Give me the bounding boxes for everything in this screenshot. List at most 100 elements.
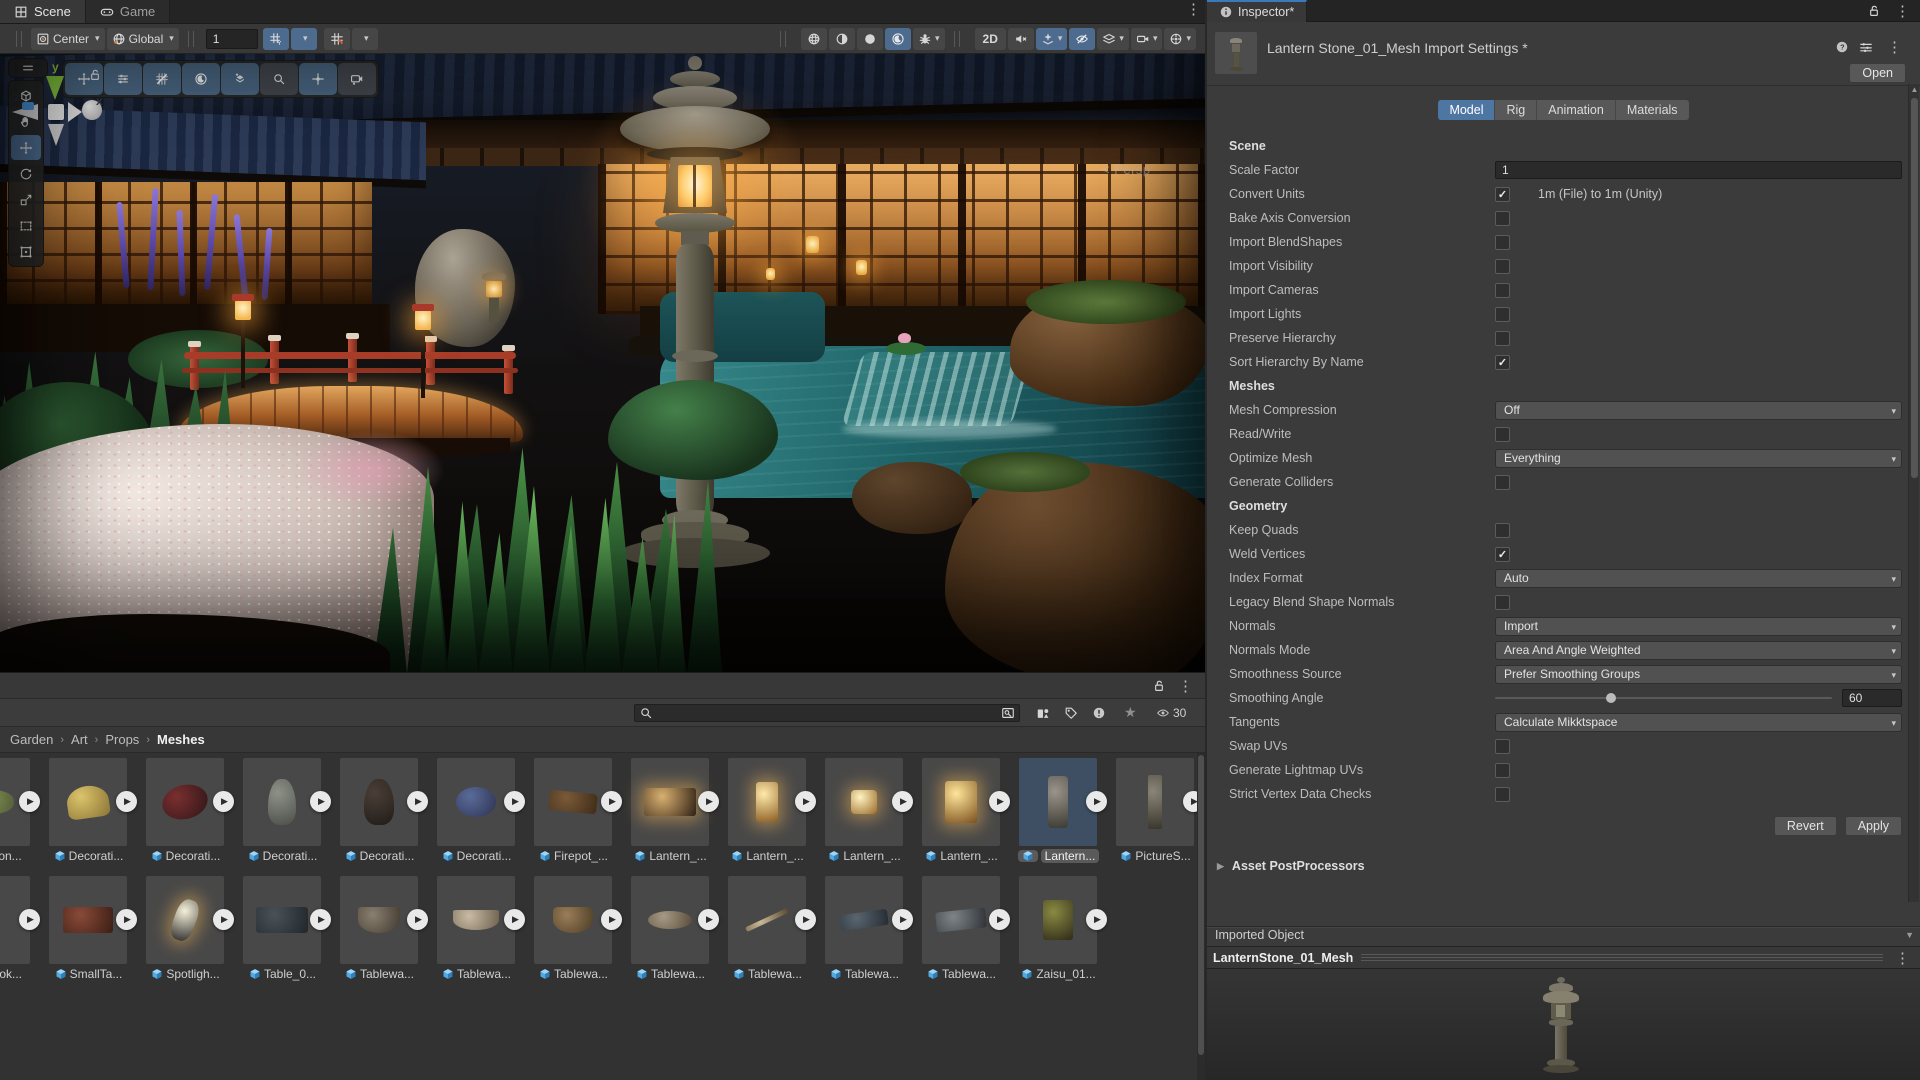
- play-icon[interactable]: ▶: [601, 791, 622, 812]
- play-icon[interactable]: ▶: [407, 791, 428, 812]
- play-icon[interactable]: ▶: [310, 909, 331, 930]
- play-icon[interactable]: ▶: [989, 791, 1010, 812]
- asset-tile[interactable]: ▶Lantern_...: [720, 758, 815, 863]
- asset-tile[interactable]: ▶Spotligh...: [138, 876, 233, 981]
- play-icon[interactable]: ▶: [989, 909, 1010, 930]
- inspector-scrollbar[interactable]: ▲: [1908, 84, 1919, 902]
- lock-icon[interactable]: [1867, 4, 1881, 18]
- preview-title-bar[interactable]: LanternStone_01_Mesh ⋮: [1207, 946, 1920, 969]
- search-in-window-icon[interactable]: [1001, 706, 1015, 720]
- search-input[interactable]: [657, 706, 997, 720]
- asset-thumbnail[interactable]: ▶: [1019, 876, 1097, 964]
- asset-tile[interactable]: ▶othook...: [0, 876, 39, 981]
- slider-knob[interactable]: [1606, 693, 1616, 703]
- gizmo-down-cone[interactable]: [48, 124, 64, 146]
- pivot-mode-button[interactable]: Center ▾: [31, 28, 105, 50]
- dropdown[interactable]: Import▾: [1495, 617, 1902, 636]
- checkbox[interactable]: [1495, 211, 1510, 226]
- play-icon[interactable]: ▶: [116, 909, 137, 930]
- checkbox[interactable]: [1495, 259, 1510, 274]
- toolbar-drag-handle[interactable]: [780, 31, 786, 47]
- inspector-more-icon[interactable]: ⋮: [1891, 2, 1914, 20]
- move-dot-button[interactable]: [299, 63, 337, 95]
- asset-thumbnail[interactable]: ▶: [340, 758, 418, 846]
- checkbox[interactable]: [1495, 523, 1510, 538]
- asset-tile[interactable]: ▶Tablewa...: [817, 876, 912, 981]
- breadcrumb-item-props[interactable]: Props: [105, 732, 139, 747]
- asset-thumbnail[interactable]: ▶: [631, 758, 709, 846]
- eye-off-button[interactable]: [1069, 28, 1095, 50]
- play-icon[interactable]: ▶: [698, 791, 719, 812]
- dropdown[interactable]: Off▾: [1495, 401, 1902, 420]
- checkbox[interactable]: [1495, 235, 1510, 250]
- asset-thumbnail[interactable]: ▶: [728, 876, 806, 964]
- asset-tile[interactable]: ▶Lantern_...: [623, 758, 718, 863]
- dropdown[interactable]: Area And Angle Weighted▾: [1495, 641, 1902, 660]
- checkbox[interactable]: [1495, 595, 1510, 610]
- tab-materials[interactable]: Materials: [1616, 100, 1689, 120]
- asset-thumbnail[interactable]: ▶: [0, 758, 30, 846]
- slider-value-field[interactable]: 60: [1842, 689, 1902, 707]
- lock-icon[interactable]: [88, 68, 102, 82]
- asset-thumbnail[interactable]: ▶: [728, 758, 806, 846]
- apply-button[interactable]: Apply: [1845, 816, 1902, 836]
- asset-tile[interactable]: ▶Table_0...: [235, 876, 330, 981]
- visibility-count[interactable]: 30: [1156, 706, 1186, 720]
- asset-thumbnail[interactable]: ▶: [437, 876, 515, 964]
- checkbox[interactable]: [1495, 427, 1510, 442]
- asset-tile[interactable]: ▶Zaisu_01...: [1011, 876, 1106, 981]
- play-icon[interactable]: ▶: [795, 791, 816, 812]
- play-icon[interactable]: ▶: [19, 791, 40, 812]
- asset-thumbnail[interactable]: ▶: [922, 758, 1000, 846]
- gizmo-center-cube[interactable]: [48, 104, 64, 120]
- asset-tile[interactable]: ▶Decorati...: [138, 758, 233, 863]
- asset-tile[interactable]: ▶Lantern_...: [914, 758, 1009, 863]
- project-scrollbar[interactable]: [1197, 753, 1205, 1080]
- asset-tile[interactable]: ▶Lantern...: [1011, 758, 1106, 863]
- sphere-wire-button[interactable]: [801, 28, 827, 50]
- checkbox[interactable]: [1495, 307, 1510, 322]
- tab-animation[interactable]: Animation: [1537, 100, 1616, 120]
- asset-tile[interactable]: ▶Firepot_...: [526, 758, 621, 863]
- breadcrumb-item-meshes[interactable]: Meshes: [157, 732, 205, 747]
- play-icon[interactable]: ▶: [310, 791, 331, 812]
- asset-thumbnail[interactable]: ▶: [146, 876, 224, 964]
- checkbox[interactable]: [1495, 787, 1510, 802]
- asset-thumbnail[interactable]: ▶: [1019, 758, 1097, 846]
- play-icon[interactable]: ▶: [892, 909, 913, 930]
- search-field[interactable]: [634, 704, 1020, 722]
- gizmo-globe-button[interactable]: ▾: [1164, 28, 1196, 50]
- play-icon[interactable]: ▶: [892, 791, 913, 812]
- asset-tile[interactable]: ▶ushion...: [0, 758, 39, 863]
- favorites-star-icon[interactable]: ★: [1124, 704, 1137, 721]
- asset-tile[interactable]: ▶Tablewa...: [429, 876, 524, 981]
- warning-filter-icon[interactable]: [1092, 706, 1106, 720]
- label-filter-icon[interactable]: [1064, 706, 1078, 720]
- asset-thumbnail[interactable]: ▶: [49, 758, 127, 846]
- asset-thumbnail[interactable]: ▶: [922, 876, 1000, 964]
- imported-object-header[interactable]: Imported Object ▼: [1207, 928, 1920, 946]
- preview-more-icon[interactable]: ⋮: [1891, 949, 1914, 967]
- audio-off-button[interactable]: [1008, 28, 1034, 50]
- asset-thumbnail[interactable]: ▶: [825, 758, 903, 846]
- bug-button[interactable]: ▾: [913, 28, 945, 50]
- scene-viewport[interactable]: y x z < Persp: [0, 54, 1205, 672]
- asset-tile[interactable]: ▶Decorati...: [41, 758, 136, 863]
- sphere-half-button[interactable]: [829, 28, 855, 50]
- breadcrumb-item-garden[interactable]: Garden: [10, 732, 53, 747]
- snap-increment-button[interactable]: [324, 28, 350, 50]
- asset-tile[interactable]: ▶Tablewa...: [526, 876, 621, 981]
- checkbox[interactable]: [1495, 739, 1510, 754]
- perspective-label[interactable]: < Persp: [1102, 162, 1151, 177]
- checkbox[interactable]: ✓: [1495, 355, 1510, 370]
- asset-thumbnail[interactable]: ▶: [49, 876, 127, 964]
- play-icon[interactable]: ▶: [698, 909, 719, 930]
- grid-axis-button[interactable]: Y: [263, 28, 289, 50]
- asset-thumbnail[interactable]: ▶: [0, 876, 30, 964]
- scene-tabbar-more-icon[interactable]: ⋮: [1182, 0, 1205, 23]
- asset-thumbnail[interactable]: ▶: [534, 876, 612, 964]
- asset-thumbnail[interactable]: ▶: [1116, 758, 1194, 846]
- tab-rig[interactable]: Rig: [1495, 100, 1537, 120]
- toolbar-drag-handle[interactable]: [16, 31, 22, 47]
- tool-move-button[interactable]: [11, 135, 41, 160]
